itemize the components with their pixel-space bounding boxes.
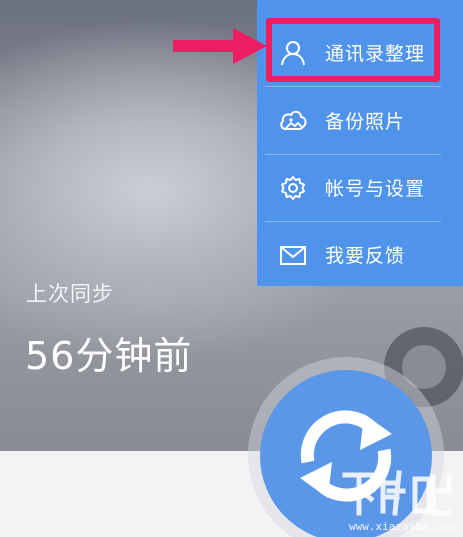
gear-icon xyxy=(281,176,305,200)
menu-item-label: 我要反馈 xyxy=(325,245,406,267)
menu-item-backup-photos[interactable]: 备份照片 xyxy=(257,88,463,154)
menu-divider xyxy=(265,86,441,87)
menu-item-label: 备份照片 xyxy=(325,111,406,133)
last-sync-label: 上次同步 xyxy=(26,282,114,306)
last-sync-time: 56分钟前 xyxy=(25,334,193,378)
watermark-url: www.xiazaiba.com xyxy=(349,520,455,533)
cloud-photo-icon xyxy=(280,110,307,130)
pointer-arrow-icon xyxy=(173,28,267,64)
menu-item-account-settings[interactable]: 帐号与设置 xyxy=(257,155,463,221)
mail-icon xyxy=(280,246,306,265)
menu-item-label: 帐号与设置 xyxy=(325,178,426,200)
app-screen: 上次同步 56分钟前 通讯录整理 备份照片 帐号与设置 我要反馈 www.xia… xyxy=(0,0,463,537)
highlight-annotation-box xyxy=(266,18,440,82)
menu-item-feedback[interactable]: 我要反馈 xyxy=(257,222,463,288)
